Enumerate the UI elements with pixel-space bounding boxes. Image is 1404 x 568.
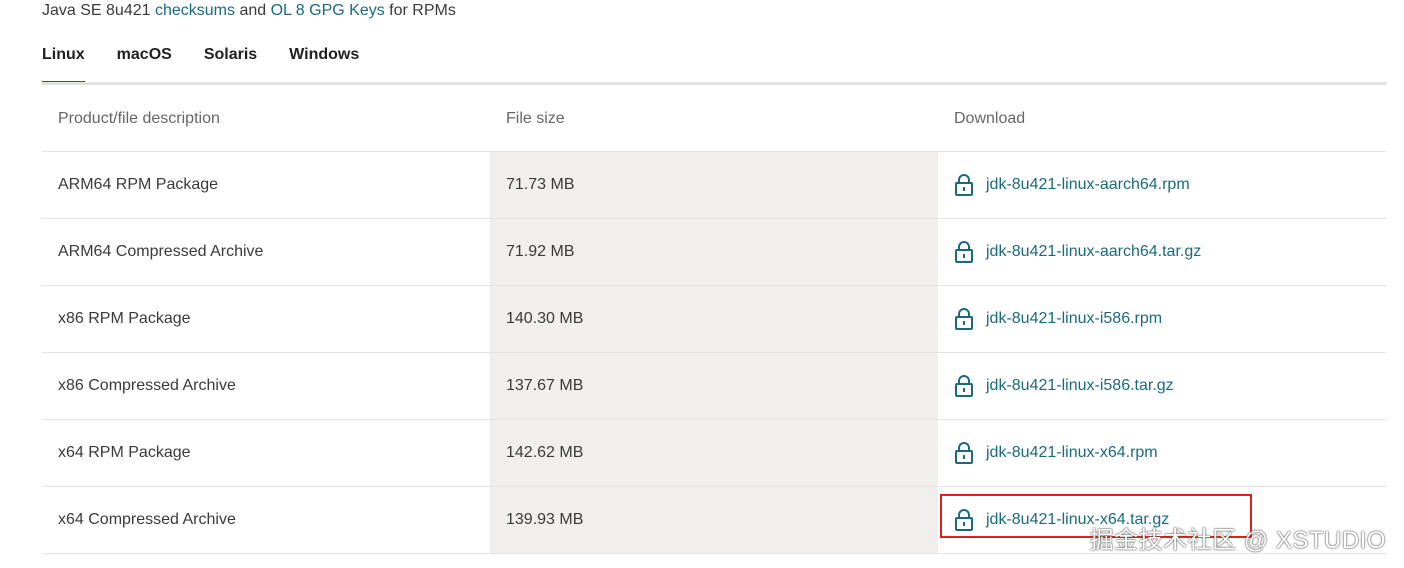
table-row: ARM64 RPM Package 71.73 MB jdk-8u421-linux… <box>42 151 1386 219</box>
row-description: x86 Compressed Archive <box>42 352 490 420</box>
row-file-size: 137.67 MB <box>490 352 938 420</box>
header-download: Download <box>938 86 1386 152</box>
row-description: x64 RPM Package <box>42 419 490 487</box>
checksums-link[interactable]: checksums <box>155 2 235 19</box>
download-filename[interactable]: jdk-8u421-linux-aarch64.rpm <box>986 176 1190 194</box>
row-download: jdk-8u421-linux-aarch64.tar.gz <box>938 218 1386 286</box>
download-filename[interactable]: jdk-8u421-linux-aarch64.tar.gz <box>986 243 1201 261</box>
download-link[interactable]: jdk-8u421-linux-x64.rpm <box>954 442 1370 464</box>
downloads-table: Product/file description File size Downl… <box>42 86 1386 554</box>
header-file-size: File size <box>490 86 938 152</box>
lock-icon <box>954 442 974 464</box>
row-description: ARM64 Compressed Archive <box>42 218 490 286</box>
tab-linux[interactable]: Linux <box>42 44 85 84</box>
download-link[interactable]: jdk-8u421-linux-aarch64.tar.gz <box>954 241 1370 263</box>
row-download: jdk-8u421-linux-i586.rpm <box>938 285 1386 353</box>
os-tabs: Linux macOS Solaris Windows <box>42 44 391 84</box>
download-link[interactable]: jdk-8u421-linux-i586.tar.gz <box>954 375 1370 397</box>
download-filename[interactable]: jdk-8u421-linux-i586.tar.gz <box>986 377 1174 395</box>
row-file-size: 140.30 MB <box>490 285 938 353</box>
download-filename[interactable]: jdk-8u421-linux-x64.rpm <box>986 444 1158 462</box>
header-description: Product/file description <box>42 86 490 152</box>
row-description: ARM64 RPM Package <box>42 151 490 219</box>
intro-text: Java SE 8u421 checksums and OL 8 GPG Key… <box>42 0 456 22</box>
row-description: x86 RPM Package <box>42 285 490 353</box>
lock-icon <box>954 375 974 397</box>
row-download: jdk-8u421-linux-x64.rpm <box>938 419 1386 487</box>
table-row: x64 RPM Package 142.62 MB jdk-8u421-linux-… <box>42 419 1386 487</box>
intro-middle: and <box>235 2 271 19</box>
watermark: 掘金技术社区 @ XSTUDIO <box>1089 527 1386 554</box>
download-filename[interactable]: jdk-8u421-linux-i586.rpm <box>986 310 1162 328</box>
gpg-keys-link[interactable]: OL 8 GPG Keys <box>271 2 385 19</box>
tab-macos[interactable]: macOS <box>117 44 172 84</box>
table-row: ARM64 Compressed Archive 71.92 MB jdk-8u42… <box>42 218 1386 286</box>
row-download: jdk-8u421-linux-aarch64.rpm <box>938 151 1386 219</box>
intro-suffix: for RPMs <box>384 2 456 19</box>
table-row: x86 RPM Package 140.30 MB jdk-8u421-linux-… <box>42 285 1386 353</box>
row-file-size: 71.92 MB <box>490 218 938 286</box>
lock-icon <box>954 241 974 263</box>
row-file-size: 142.62 MB <box>490 419 938 487</box>
row-file-size: 139.93 MB <box>490 486 938 554</box>
tab-solaris[interactable]: Solaris <box>204 44 257 84</box>
lock-icon <box>954 174 974 196</box>
lock-icon <box>954 308 974 330</box>
row-file-size: 71.73 MB <box>490 151 938 219</box>
table-header-row: Product/file description File size Downl… <box>42 86 1386 152</box>
tab-windows[interactable]: Windows <box>289 44 359 84</box>
download-link[interactable]: jdk-8u421-linux-i586.rpm <box>954 308 1370 330</box>
row-description: x64 Compressed Archive <box>42 486 490 554</box>
download-link[interactable]: jdk-8u421-linux-aarch64.rpm <box>954 174 1370 196</box>
row-download: jdk-8u421-linux-i586.tar.gz <box>938 352 1386 420</box>
intro-prefix: Java SE 8u421 <box>42 2 155 19</box>
table-row: x86 Compressed Archive 137.67 MB jdk-8u421… <box>42 352 1386 420</box>
tabs-divider <box>42 82 1386 85</box>
